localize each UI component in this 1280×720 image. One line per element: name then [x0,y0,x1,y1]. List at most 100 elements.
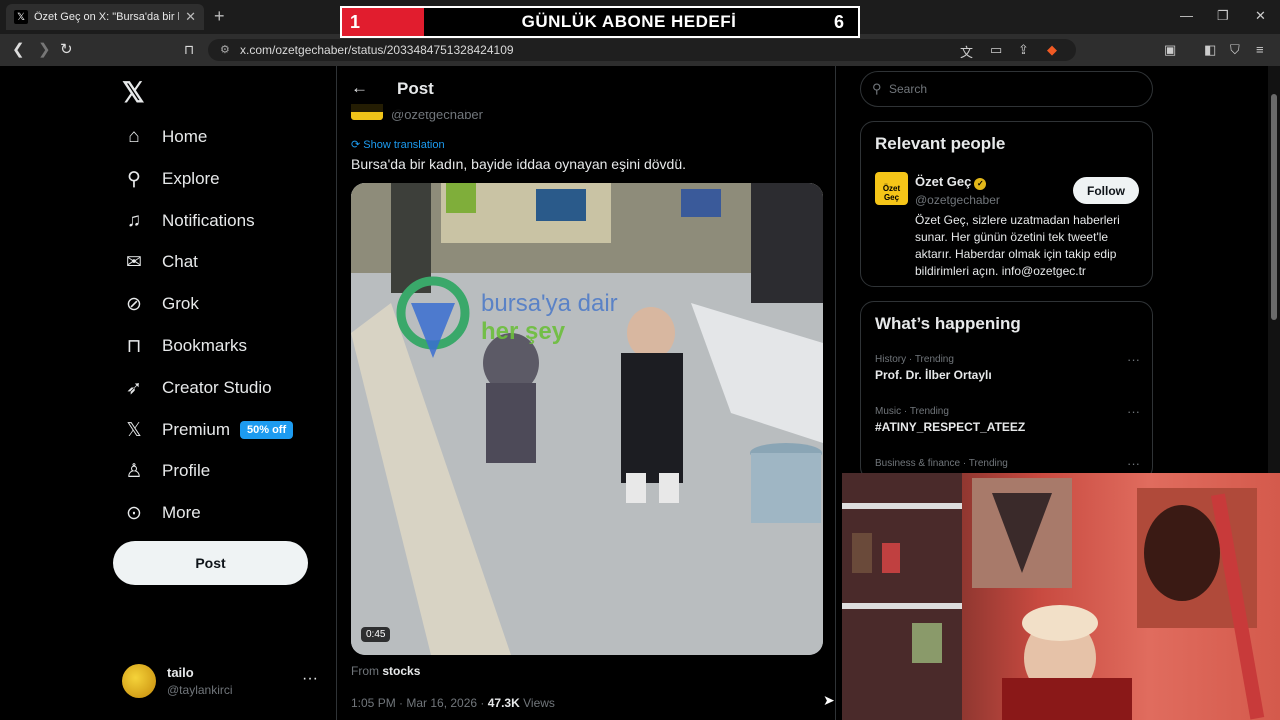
nav-label: Notifications [162,211,255,230]
forward-icon[interactable]: ❯ [38,40,51,58]
views-count: 47.3K [487,696,520,710]
account-handle: @taylankirci [167,683,233,697]
mouse-cursor-icon: ➤ [823,692,835,708]
maximize-icon[interactable]: ❐ [1217,8,1229,24]
nav-label: Profile [162,461,211,480]
more-circle-icon: ⊙ [126,502,142,524]
nav-creator-studio[interactable]: ➶ Creator Studio [122,373,272,403]
from-source-link[interactable]: stocks [382,664,420,678]
x-logo-icon[interactable]: 𝕏 [122,76,145,109]
post-time[interactable]: 1:05 PM · Mar 16, 2026 · [351,696,488,710]
nav-bookmarks[interactable]: ⊓ Bookmarks [122,331,247,361]
nav-label: Grok [162,294,199,313]
trend-more-icon[interactable]: ··· [1127,404,1140,419]
mail-icon: ✉ [126,251,142,273]
trend-name: #ATINY_RESPECT_ATEEZ [875,420,1026,434]
trend-more-icon[interactable]: ··· [1127,352,1140,367]
search-placeholder: Search [889,82,928,96]
address-bar-row: ❮ ❯ ↻ ⊓ ⚙ x.com/ozetgechaber/status/2033… [0,34,1280,66]
subscriber-goal-banner: 1 GÜNLÜK ABONE HEDEFİ 6 [340,6,860,38]
scrollbar-thumb[interactable] [1271,94,1277,320]
bell-icon: ♫ [126,210,142,231]
webcam-overlay [842,473,1280,720]
trend-name: Prof. Dr. İlber Ortaylı [875,368,992,382]
nav-label: Chat [162,252,198,271]
person-avatar[interactable]: Özet Geç [875,172,908,205]
nav-premium[interactable]: 𝕏 Premium 50% off [122,415,294,445]
reload-icon[interactable]: ↻ [60,40,73,58]
trend-more-icon[interactable]: ··· [1127,456,1140,471]
person-name: Özet Geç [915,174,972,189]
show-translation-label: Show translation [363,139,445,151]
translate-icon[interactable]: 文 [960,42,973,61]
url-field[interactable]: ⚙ x.com/ozetgechaber/status/203348475132… [208,39,1076,61]
trend-item[interactable]: Music · Trending #ATINY_RESPECT_ATEEZ ··… [875,404,1140,434]
x-favicon-icon: 𝕏 [14,10,28,24]
trend-item[interactable]: History · Trending Prof. Dr. İlber Ortay… [875,352,1140,382]
vpn-shield-icon[interactable]: ⛉ [1230,42,1240,58]
brave-shield-icon[interactable]: ◆ [1047,42,1057,58]
compose-post-button[interactable]: Post [113,541,308,585]
nav-label: More [162,503,201,522]
nav-label: Creator Studio [162,378,272,397]
cast-icon[interactable]: ▭ [990,42,1002,58]
from-label: From [351,664,379,678]
nav-chat[interactable]: ✉ Chat [122,247,198,277]
account-switcher[interactable]: tailo @taylankirci ··· [122,664,322,704]
screenshot-icon[interactable]: ▣ [1164,42,1176,58]
person-handle[interactable]: @ozetgechaber [915,193,1000,207]
nav-notifications[interactable]: ♫ Notifications [122,206,255,236]
translate-icon: ⟳ [351,139,361,151]
menu-icon[interactable]: ≡ [1256,42,1264,57]
whats-happening-title: What’s happening [875,314,1021,333]
person-name-row[interactable]: Özet Geç ✓ [915,174,987,190]
follow-button[interactable]: Follow [1073,177,1139,204]
watermark-line-2: her şey [481,318,566,345]
close-tab-icon[interactable]: ✕ [185,9,196,25]
url-text: x.com/ozetgechaber/status/20334847513284… [240,43,514,57]
account-more-icon[interactable]: ··· [302,670,318,688]
nav-profile[interactable]: ♙ Profile [122,456,210,486]
post-source: From stocks [351,664,420,678]
post-meta: 1:05 PM · Mar 16, 2026 · 47.3K Views [351,696,555,710]
search-input[interactable]: ⚲ Search [860,71,1153,107]
nav-more[interactable]: ⊙ More [122,498,201,528]
sidebar-toggle-icon[interactable]: ◧ [1204,42,1216,58]
nav-grok[interactable]: ⊘ Grok [122,289,199,319]
browser-tab[interactable]: 𝕏 Özet Geç on X: "Bursa'da bir kad ✕ [6,4,204,30]
goal-current-count: 1 [342,8,424,36]
share-icon[interactable]: ⇪ [1018,42,1029,58]
rocket-icon: ➶ [126,377,142,399]
nav-label: Bookmarks [162,336,248,355]
search-icon: ⚲ [872,81,882,96]
post-header: ← Post [337,66,835,112]
grok-icon: ⊘ [126,293,142,315]
goal-label: GÜNLÜK ABONE HEDEFİ [521,12,737,31]
nav-label: Explore [162,169,220,188]
close-window-icon[interactable]: ✕ [1255,8,1266,24]
avatar [122,664,156,698]
show-translation-link[interactable]: ⟳ Show translation [351,138,445,151]
relevant-people-card: Relevant people Özet Geç Özet Geç ✓ @ozet… [860,121,1153,287]
webcam-feed [842,473,1265,720]
home-icon: ⌂ [128,126,140,147]
verified-badge-icon: ✓ [974,178,987,190]
whats-happening-card: What’s happening History · Trending Prof… [860,301,1153,481]
trend-category: History · Trending [875,354,954,365]
minimize-icon[interactable]: — [1180,8,1193,23]
new-tab-icon[interactable]: + [214,6,225,26]
video-duration: 0:45 [361,627,391,642]
views-label: Views [523,696,555,710]
post-video[interactable]: bursa'ya dair her şey 0:45 [351,183,823,655]
back-icon[interactable]: ❮ [12,40,25,58]
bookmark-icon: ⊓ [126,335,142,357]
account-name: tailo [167,665,194,680]
back-arrow-icon[interactable]: ← [351,78,368,98]
site-info-icon[interactable]: ⚙ [220,43,230,56]
nav-explore[interactable]: ⚲ Explore [122,164,220,194]
page-title: Post [397,79,434,98]
trend-item[interactable]: Business & finance · Trending ··· [875,456,1140,471]
post-text: Bursa'da bir kadın, bayide iddaa oynayan… [351,156,687,172]
bookmark-page-icon[interactable]: ⊓ [184,42,194,58]
nav-home[interactable]: ⌂ Home [122,122,207,152]
